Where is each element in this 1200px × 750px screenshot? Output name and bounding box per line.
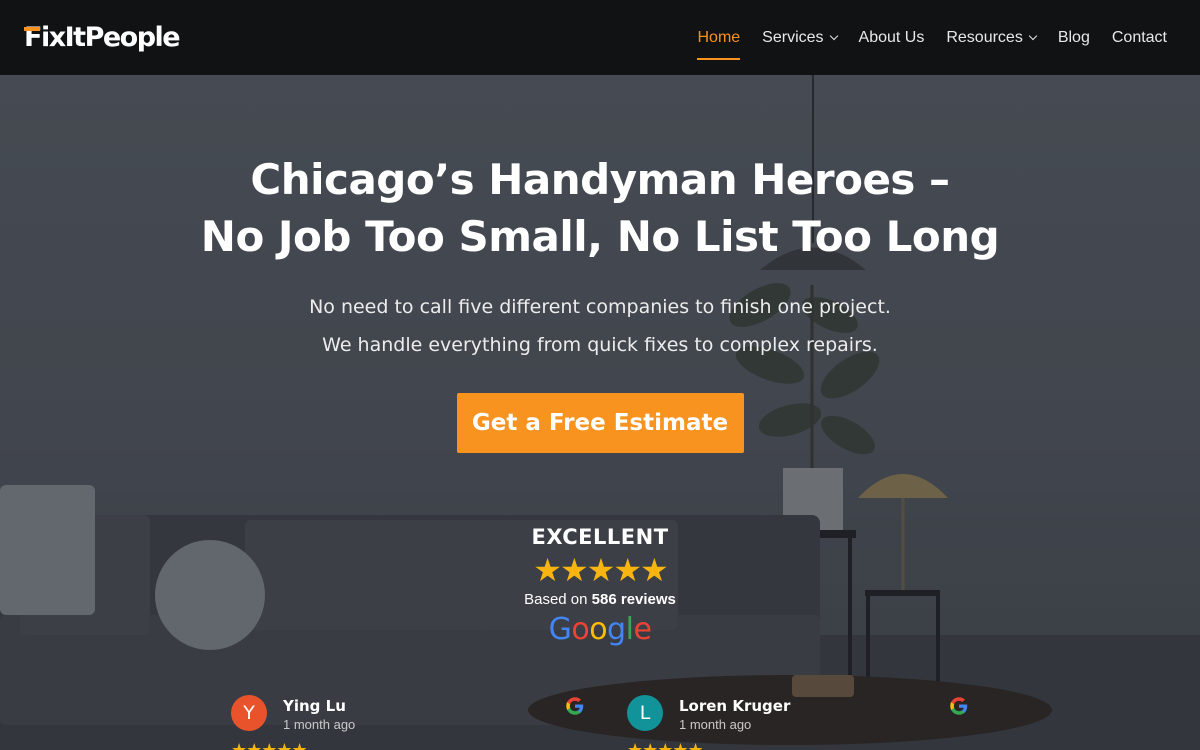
nav-home-label: Home xyxy=(697,28,741,46)
nav-resources-label: Resources xyxy=(946,28,1023,46)
review-card[interactable]: Y Ying Lu 1 month ago ★★★★★ xyxy=(231,695,586,750)
hero-subheadline: No need to call five different companies… xyxy=(0,288,1200,364)
reviewer-name: Loren Kruger xyxy=(679,697,791,715)
avatar: L xyxy=(627,695,663,731)
main-nav: Home Services About Us Resources Blog Co… xyxy=(697,0,1167,75)
review-time: 1 month ago xyxy=(283,717,356,732)
google-g-icon xyxy=(566,697,584,715)
google-g-icon xyxy=(950,697,968,715)
review-time: 1 month ago xyxy=(679,717,752,732)
nav-about-us-label: About Us xyxy=(858,28,925,46)
review-count-text: Based on 586 reviews xyxy=(0,591,1200,608)
nav-services[interactable]: Services xyxy=(762,0,838,75)
free-estimate-button[interactable]: Get a Free Estimate xyxy=(456,393,744,453)
nav-contact-label: Contact xyxy=(1111,28,1167,46)
nav-contact[interactable]: Contact xyxy=(1112,0,1167,75)
chevron-down-icon xyxy=(829,31,838,41)
hero-headline: Chicago’s Handyman Heroes – No Job Too S… xyxy=(0,151,1200,265)
hero-headline-line-2: No Job Too Small, No List Too Long xyxy=(200,212,1000,261)
nav-services-label: Services xyxy=(762,28,824,46)
site-logo[interactable]: FixItPeople xyxy=(24,22,181,53)
site-header: FixItPeople Home Services About Us Resou… xyxy=(0,0,1200,75)
google-logo: Google xyxy=(548,612,652,647)
nav-blog[interactable]: Blog xyxy=(1058,0,1090,75)
google-rating-summary: EXCELLENT ★★★★★ Based on 586 reviews Goo… xyxy=(0,525,1200,647)
hero-headline-line-1: Chicago’s Handyman Heroes – xyxy=(250,155,950,204)
chevron-down-icon xyxy=(1028,31,1038,41)
nav-resources[interactable]: Resources xyxy=(946,0,1038,75)
nav-blog-label: Blog xyxy=(1057,28,1090,46)
review-stars: ★★★★★ xyxy=(627,740,704,750)
hero-content: Chicago’s Handyman Heroes – No Job Too S… xyxy=(0,75,1200,453)
avatar: Y xyxy=(231,695,267,731)
hero-subheadline-line-1: No need to call five different companies… xyxy=(309,296,891,318)
review-card[interactable]: L Loren Kruger 1 month ago ★★★★★ xyxy=(627,695,970,750)
nav-about-us[interactable]: About Us xyxy=(859,0,925,75)
reviewer-name: Ying Lu xyxy=(283,697,346,715)
logo-text: FixItPeople xyxy=(24,22,181,53)
nav-home[interactable]: Home xyxy=(697,0,740,75)
rating-label: EXCELLENT xyxy=(531,525,669,549)
review-count[interactable]: 586 reviews xyxy=(592,591,676,608)
based-on-prefix: Based on xyxy=(524,591,588,608)
review-stars: ★★★★★ xyxy=(231,740,308,750)
rating-stars: ★★★★★ xyxy=(533,552,668,588)
hero-subheadline-line-2: We handle everything from quick fixes to… xyxy=(322,334,878,356)
